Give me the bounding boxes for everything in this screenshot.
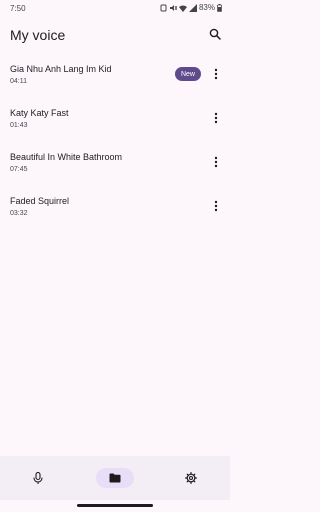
more-vert-icon: [214, 68, 218, 80]
more-options-button[interactable]: [212, 154, 220, 170]
status-icons: 83%: [160, 3, 222, 12]
gesture-handle[interactable]: [77, 504, 153, 507]
recording-title: Beautiful In White Bathroom: [10, 152, 123, 162]
notification-icon: [160, 4, 167, 12]
list-item[interactable]: Beautiful In White Bathroom 07:45: [0, 144, 230, 188]
search-button[interactable]: [206, 25, 224, 43]
more-options-button[interactable]: [212, 198, 220, 214]
status-time: 7:50: [10, 4, 26, 13]
microphone-icon: [33, 472, 43, 484]
search-icon: [209, 28, 221, 40]
signal-icon: [188, 3, 197, 12]
battery-icon: [217, 3, 222, 12]
recording-title: Faded Squirrel: [10, 196, 70, 206]
app-bar: My voice: [0, 22, 230, 50]
recording-duration: 04:11: [10, 78, 27, 85]
more-vert-icon: [214, 200, 218, 212]
recording-duration: 07:45: [10, 166, 28, 173]
folder-icon: [109, 473, 121, 483]
bottom-navigation: [0, 456, 230, 500]
recording-title: Gia Nhu Anh Lang Im Kid: [10, 64, 112, 74]
more-vert-icon: [214, 112, 218, 124]
battery-percent: 83%: [198, 3, 215, 12]
recording-duration: 03:32: [10, 210, 28, 217]
more-options-button[interactable]: [212, 66, 220, 82]
list-item[interactable]: Faded Squirrel 03:32: [0, 188, 230, 232]
page-title: My voice: [10, 27, 66, 43]
recordings-list: Gia Nhu Anh Lang Im Kid 04:11 New Katy K…: [0, 56, 230, 232]
more-options-button[interactable]: [212, 110, 220, 126]
nav-settings-button[interactable]: [172, 468, 210, 488]
gear-icon: [185, 472, 197, 484]
mute-icon: [169, 4, 177, 12]
list-item[interactable]: Katy Katy Fast 01:43: [0, 100, 230, 144]
new-badge: New: [174, 67, 201, 81]
recording-duration: 01:43: [10, 122, 28, 129]
list-item[interactable]: Gia Nhu Anh Lang Im Kid 04:11 New: [0, 56, 230, 100]
more-vert-icon: [214, 156, 218, 168]
wifi-icon: [178, 4, 187, 12]
nav-files-button[interactable]: [96, 468, 134, 488]
nav-record-button[interactable]: [19, 468, 57, 488]
recording-title: Katy Katy Fast: [10, 108, 69, 118]
status-bar: 7:50 83%: [0, 0, 230, 18]
